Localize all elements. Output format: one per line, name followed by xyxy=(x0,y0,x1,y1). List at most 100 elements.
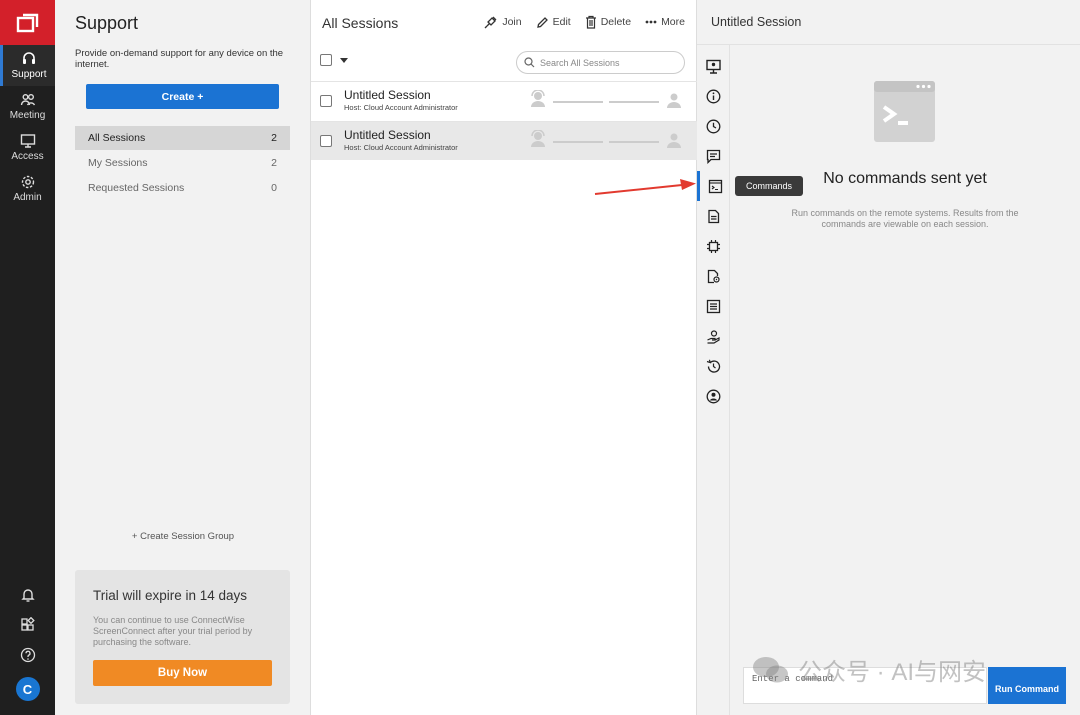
session-host: Host: Cloud Account Administrator xyxy=(344,103,458,112)
run-command-button[interactable]: Run Command xyxy=(988,667,1066,704)
trial-text: You can continue to use ConnectWise Scre… xyxy=(93,615,253,647)
notifications-button[interactable] xyxy=(0,587,55,603)
session-host: Host: Cloud Account Administrator xyxy=(344,143,458,152)
support-panel: Support Provide on-demand support for an… xyxy=(55,0,311,715)
tab-commands[interactable] xyxy=(697,171,730,201)
group-my-sessions[interactable]: My Sessions 2 xyxy=(75,151,290,175)
tab-timeline[interactable] xyxy=(697,111,730,141)
tab-messages[interactable] xyxy=(697,141,730,171)
sessions-panel: All Sessions Join Edit Delete More Searc… xyxy=(311,0,697,715)
session-row[interactable]: Untitled Session Host: Cloud Account Adm… xyxy=(311,121,697,160)
group-count: 2 xyxy=(271,157,277,169)
create-session-group-link[interactable]: + Create Session Group xyxy=(55,531,311,542)
more-dots-icon xyxy=(645,20,657,24)
watermark: 公众号 · AI与网安 xyxy=(752,652,986,687)
group-count: 0 xyxy=(271,182,277,194)
connection-line xyxy=(609,141,659,143)
tab-history[interactable] xyxy=(697,351,730,381)
screen-share-icon xyxy=(706,59,721,74)
hand-settings-icon xyxy=(707,329,720,344)
page-title: Support xyxy=(75,13,139,33)
bell-icon xyxy=(20,589,35,602)
connection-line xyxy=(609,101,659,103)
terminal-icon xyxy=(708,179,722,193)
sessions-title: All Sessions xyxy=(322,15,399,31)
row-checkbox[interactable] xyxy=(320,135,332,147)
guest-connection-icon xyxy=(531,130,545,147)
nav-access[interactable]: Access xyxy=(0,127,55,168)
row-checkbox[interactable] xyxy=(320,95,332,107)
app-logo[interactable] xyxy=(0,0,55,45)
nav-meeting[interactable]: Meeting xyxy=(0,86,55,127)
gear-icon xyxy=(21,175,34,189)
trial-card: Trial will expire in 14 days You can con… xyxy=(75,570,290,704)
watermark-text: 公众号 · AI与网安 xyxy=(798,659,987,686)
chip-icon xyxy=(707,239,720,253)
group-label: Requested Sessions xyxy=(88,182,185,194)
trash-icon xyxy=(585,15,596,29)
session-row[interactable]: Untitled Session Host: Cloud Account Adm… xyxy=(311,81,697,120)
chat-icon xyxy=(706,149,721,164)
headset-icon xyxy=(23,52,35,64)
connection-line xyxy=(553,141,603,143)
buy-now-button[interactable]: Buy Now xyxy=(93,660,272,686)
more-button[interactable]: More xyxy=(645,16,685,28)
logo-icon xyxy=(16,13,38,32)
edit-label: Edit xyxy=(552,16,571,28)
help-button[interactable] xyxy=(0,647,55,663)
join-button[interactable]: Join xyxy=(484,15,522,29)
file-settings-icon xyxy=(707,269,720,283)
tab-start[interactable] xyxy=(697,51,730,81)
session-groups: All Sessions 2 My Sessions 2 Requested S… xyxy=(75,126,290,201)
nav-meeting-label: Meeting xyxy=(9,110,46,121)
commands-tooltip: Commands xyxy=(735,176,803,196)
group-label: My Sessions xyxy=(88,157,148,169)
nav-support[interactable]: Support xyxy=(0,45,55,86)
empty-state-description: Run commands on the remote systems. Resu… xyxy=(791,208,1019,229)
annotation-arrow xyxy=(594,179,696,195)
terminal-placeholder-icon xyxy=(874,81,935,142)
sessions-toolbar: Join Edit Delete More xyxy=(484,15,685,29)
guest-connection-icon xyxy=(531,90,545,107)
nav-rail: Support Meeting Access Admin C xyxy=(0,0,55,715)
delete-button[interactable]: Delete xyxy=(585,15,631,29)
tab-notes[interactable] xyxy=(697,201,730,231)
nav-admin[interactable]: Admin xyxy=(0,168,55,209)
pencil-icon xyxy=(536,16,548,28)
select-all-checkbox[interactable] xyxy=(320,54,332,66)
wechat-icon xyxy=(753,656,788,682)
tab-user[interactable] xyxy=(697,381,730,411)
search-input[interactable]: Search All Sessions xyxy=(516,51,685,74)
session-name: Untitled Session xyxy=(344,128,431,142)
session-name: Untitled Session xyxy=(344,88,431,102)
help-icon xyxy=(20,647,35,663)
tab-info[interactable] xyxy=(697,81,730,111)
detail-tabs xyxy=(697,45,730,715)
more-label: More xyxy=(661,16,685,28)
chevron-down-icon[interactable] xyxy=(340,57,348,63)
group-requested-sessions[interactable]: Requested Sessions 0 xyxy=(75,176,290,200)
user-avatar[interactable]: C xyxy=(15,677,40,701)
search-placeholder: Search All Sessions xyxy=(540,57,620,68)
monitor-icon xyxy=(20,134,35,148)
history-icon xyxy=(706,359,721,373)
group-all-sessions[interactable]: All Sessions 2 xyxy=(75,126,290,150)
create-session-button[interactable]: Create + xyxy=(86,84,279,109)
document-icon xyxy=(708,209,720,223)
edit-button[interactable]: Edit xyxy=(536,16,571,29)
select-all xyxy=(320,54,348,66)
detail-header: Untitled Session xyxy=(697,0,1080,45)
tab-processes[interactable] xyxy=(697,291,730,321)
user-circle-icon xyxy=(706,389,721,403)
tab-files[interactable] xyxy=(697,261,730,291)
nav-access-label: Access xyxy=(11,151,44,162)
nav-admin-label: Admin xyxy=(13,192,42,203)
commands-panel: No commands sent yet Run commands on the… xyxy=(730,45,1080,715)
extensions-button[interactable] xyxy=(0,617,55,633)
tab-toolbox[interactable] xyxy=(697,321,730,351)
join-label: Join xyxy=(502,16,522,28)
plug-icon xyxy=(484,16,497,29)
support-description: Provide on-demand support for any device… xyxy=(75,48,284,70)
group-label: All Sessions xyxy=(88,132,146,144)
tab-general[interactable] xyxy=(697,231,730,261)
